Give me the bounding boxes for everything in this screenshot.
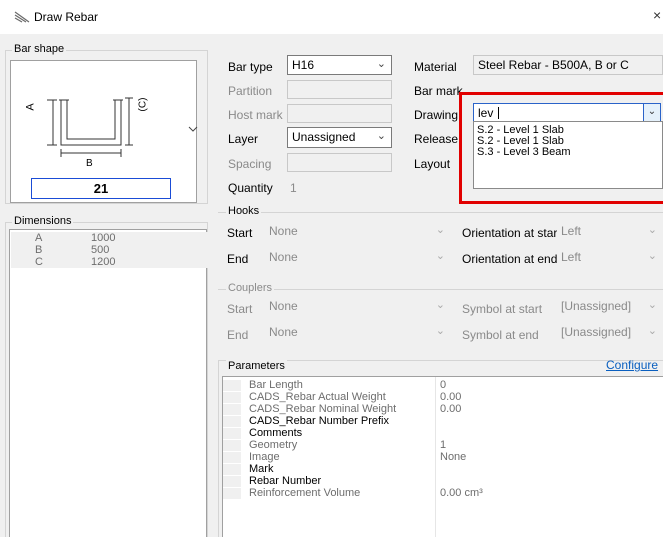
dimensions-group-label: Dimensions [12,215,74,227]
parameter-row[interactable]: CADS_Rebar Number Prefix [223,416,663,427]
hooks-group-label: Hooks [226,205,262,217]
symbol-start-select[interactable]: [Unassigned] ⌄ [557,297,662,317]
highlight-box [459,92,663,204]
drawing-label: Drawing [414,108,459,122]
material-field[interactable]: Steel Rebar - B500A, B or C [473,55,663,75]
chevron-down-icon: ⌄ [435,299,445,311]
chevron-down-icon: ⌄ [376,58,386,70]
quantity-label: Quantity [228,181,273,195]
spacing-field[interactable] [287,153,392,172]
parameter-row[interactable]: Reinforcement Volume 0.00 cm³ [223,488,663,499]
orientation-end-label: Orientation at end [462,252,558,266]
parameters-grid[interactable]: Bar Length 0 CADS_Rebar Actual Weight 0.… [222,376,663,537]
parameters-group-label: Parameters [226,360,287,372]
orientation-end-select[interactable]: Left ⌄ [557,248,662,267]
partition-field[interactable] [287,80,392,99]
symbol-end-select[interactable]: [Unassigned] ⌄ [557,323,662,343]
hook-start-select[interactable]: None ⌄ [265,222,450,241]
hook-start-label: Start [227,226,253,240]
dimension-c-label: (C) [137,97,149,112]
bar-type-label: Bar type [228,60,273,74]
chevron-down-icon: ⌄ [647,299,657,311]
hook-end-label: End [227,252,249,266]
chevron-down-icon: ⌄ [435,224,445,236]
parameter-row[interactable]: Geometry 1 [223,440,663,451]
layer-select[interactable]: Unassigned ⌄ [287,127,392,148]
dimension-a-label: A [24,103,37,111]
coupler-start-label: Start [227,302,253,316]
chevron-down-icon: ⌄ [435,325,445,337]
configure-link[interactable]: Configure [606,358,658,372]
bar-shape-group-label: Bar shape [12,43,67,55]
parameter-row[interactable]: Comments [223,428,663,439]
bar-mark-label: Bar mark [414,84,463,98]
coupler-end-label: End [227,328,249,342]
shape-number-box[interactable]: 21 [31,178,171,199]
rebar-app-icon [14,10,30,27]
bar-type-select[interactable]: H16 ⌄ [287,55,392,75]
parameter-row[interactable]: CADS_Rebar Actual Weight 0.00 [223,392,663,403]
symbol-start-label: Symbol at start [462,302,543,316]
material-label: Material [414,60,457,74]
window-title: Draw Rebar [34,10,99,24]
partition-label: Partition [228,84,273,98]
hook-end-select[interactable]: None ⌄ [265,248,450,267]
dimension-row[interactable]: A 1000 [11,232,216,244]
spacing-label: Spacing [228,157,272,171]
coupler-start-select[interactable]: None ⌄ [265,297,450,317]
symbol-end-label: Symbol at end [462,328,539,342]
dimension-row[interactable]: B 500 [11,244,216,256]
chevron-down-icon: ⌄ [647,250,657,262]
chevron-down-icon: ⌄ [647,325,657,337]
chevron-down-icon: ⌄ [647,224,657,236]
quantity-value[interactable]: 1 [290,181,297,195]
parameter-row[interactable]: Image None [223,452,663,463]
parameter-row[interactable]: Bar Length 0 [223,380,663,391]
parameter-row[interactable]: Mark [223,464,663,475]
dimension-b-label: B [86,158,93,169]
title-bar [0,0,663,34]
close-icon[interactable]: × [653,7,661,23]
layout-label: Layout [414,157,451,171]
shape-number: 21 [93,181,109,196]
orientation-start-label: Orientation at start [462,226,561,240]
dimensions-list[interactable]: A 1000 B 500 C 1200 [9,229,216,537]
chevron-down-icon: ⌄ [435,250,445,262]
parameter-row[interactable]: Rebar Number [223,476,663,487]
host-mark-label: Host mark [228,108,283,122]
orientation-start-select[interactable]: Left ⌄ [557,222,662,241]
layer-label: Layer [228,132,259,146]
couplers-group-label: Couplers [226,282,275,294]
host-mark-field[interactable] [287,104,392,123]
parameter-row[interactable]: CADS_Rebar Nominal Weight 0.00 [223,404,663,415]
chevron-down-icon: ⌄ [376,130,386,142]
dimension-row[interactable]: C 1200 [11,256,216,268]
release-label: Release [414,132,459,146]
coupler-end-select[interactable]: None ⌄ [265,323,450,343]
